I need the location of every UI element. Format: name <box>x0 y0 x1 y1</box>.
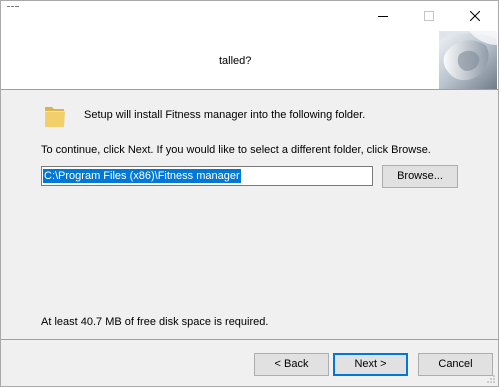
browse-button[interactable]: Browse... <box>382 165 458 188</box>
install-location-text: Setup will install Fitness manager into … <box>84 109 366 121</box>
setup-app-icon <box>7 5 19 9</box>
install-path-value: C:\Program Files (x86)\Fitness manager <box>43 169 241 183</box>
next-button[interactable]: Next > <box>333 353 408 376</box>
instruction-text: To continue, click Next. If you would li… <box>41 144 431 156</box>
back-button[interactable]: < Back <box>254 353 329 376</box>
folder-icon <box>45 107 65 127</box>
wizard-image <box>439 31 497 89</box>
install-path-input[interactable]: C:\Program Files (x86)\Fitness manager <box>41 166 373 186</box>
header-title: talled? <box>219 55 252 67</box>
title-bar[interactable] <box>1 1 498 31</box>
disk-space-text: At least 40.7 MB of free disk space is r… <box>41 316 269 328</box>
close-icon <box>470 11 480 21</box>
maximize-icon <box>424 11 434 21</box>
resize-grip-icon[interactable] <box>486 374 496 384</box>
minimize-button[interactable] <box>360 2 406 30</box>
minimize-icon <box>378 16 388 17</box>
content-panel <box>1 90 498 339</box>
maximize-button <box>406 2 452 30</box>
cancel-button[interactable]: Cancel <box>418 353 493 376</box>
wizard-header: talled? <box>1 31 498 89</box>
close-button[interactable] <box>452 2 498 30</box>
